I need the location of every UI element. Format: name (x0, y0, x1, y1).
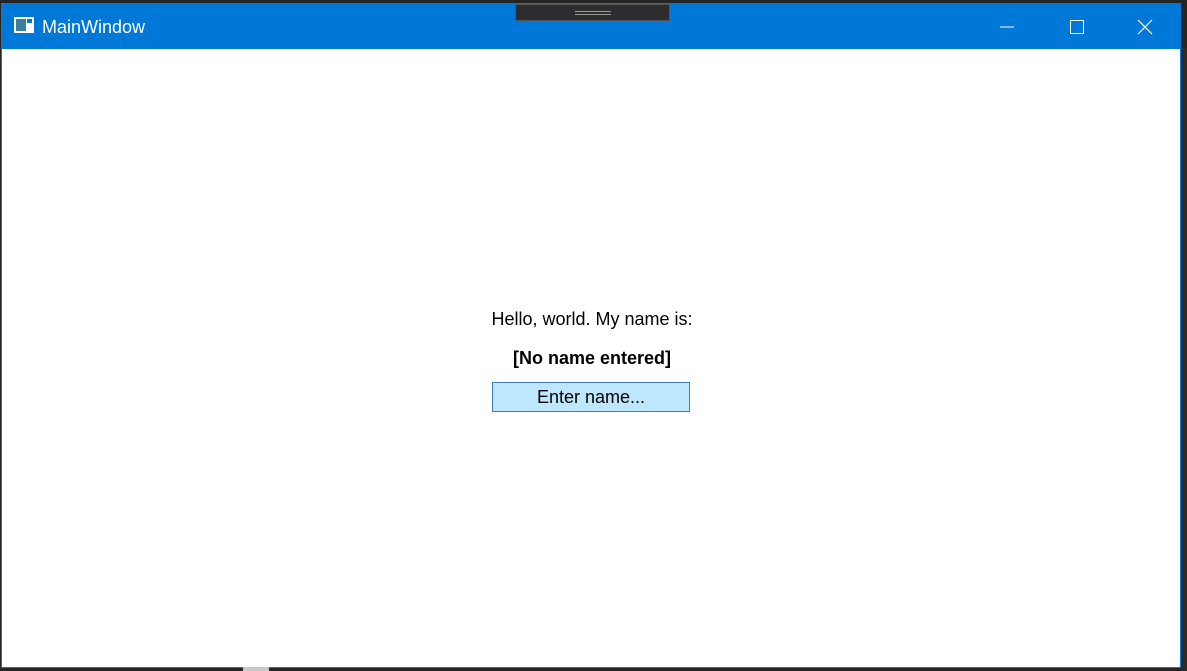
enter-name-button[interactable]: Enter name... (492, 382, 690, 412)
taskbar-indicator (243, 667, 269, 671)
minimize-button[interactable] (972, 4, 1042, 49)
window-content: Hello, world. My name is: [No name enter… (2, 49, 1180, 667)
close-icon (1137, 19, 1153, 34)
maximize-icon (1070, 19, 1084, 34)
window-title: MainWindow (42, 17, 146, 37)
title-bar[interactable]: MainWindow (2, 4, 1180, 49)
name-display: [No name entered] (512, 348, 672, 368)
main-window: MainWindow Hello, world. My name is: [No… (1, 3, 1181, 668)
maximize-button[interactable] (1042, 4, 1112, 49)
desktop: MainWindow Hello, world. My name is: [No… (0, 0, 1187, 671)
snap-drag-handle[interactable] (515, 4, 670, 21)
close-button[interactable] (1110, 4, 1180, 49)
greeting-label: Hello, world. My name is: (491, 309, 693, 329)
app-icon (14, 17, 34, 33)
grip-icon (575, 11, 611, 15)
minimize-icon (1000, 26, 1014, 27)
